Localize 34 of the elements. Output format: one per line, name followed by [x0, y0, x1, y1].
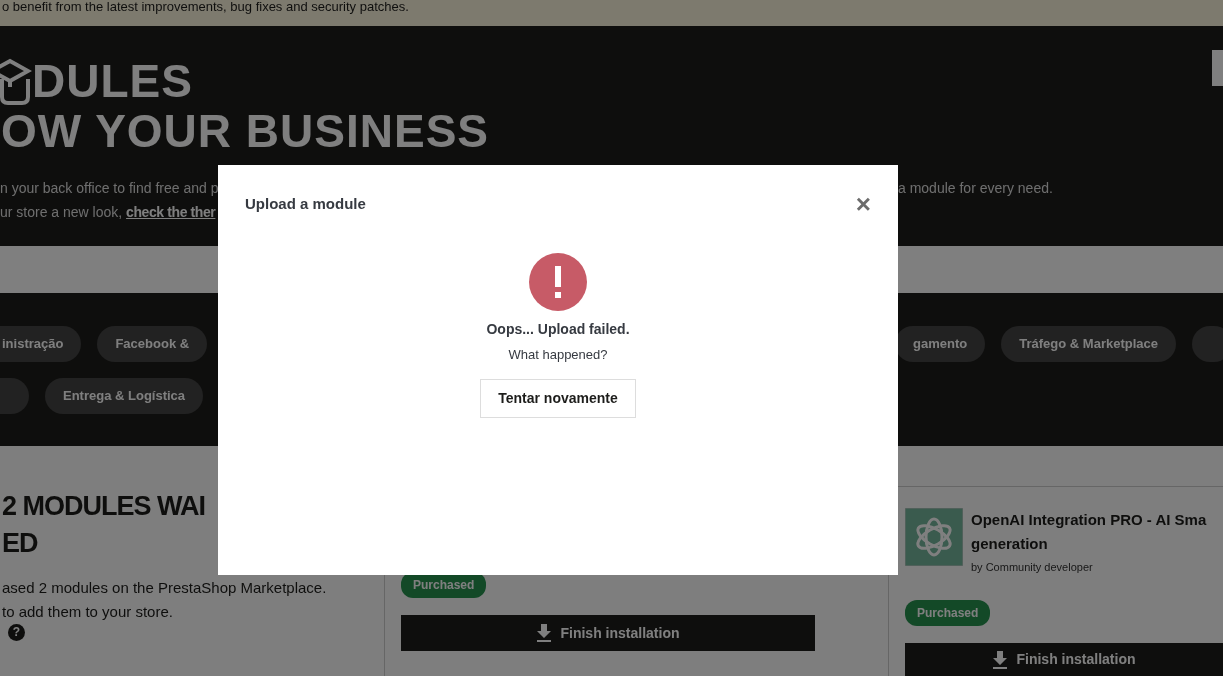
category-pill[interactable]: Entrega & Logística: [45, 378, 204, 414]
section-heading: 2 MODULES WAI: [2, 490, 206, 523]
help-icon[interactable]: ?: [8, 624, 25, 641]
module-title: generation: [971, 534, 1049, 554]
category-pill[interactable]: Tráfego & Marketplace: [1001, 326, 1176, 362]
hero-description: n your back office to find free and p: [0, 180, 219, 196]
hero-description: a module for every need.: [898, 179, 1053, 198]
modal-title: Upload a module: [245, 193, 366, 214]
category-pill[interactable]: Facebook &: [97, 326, 208, 362]
status-message: Oops... Upload failed.: [486, 320, 630, 339]
hero-title: DULES: [32, 56, 193, 106]
notice-text: o benefit from the latest improvements, bug fixes and security patches.: [2, 0, 409, 13]
category-pill[interactable]: gamento: [895, 326, 986, 362]
theme-link[interactable]: check the ther: [126, 204, 216, 220]
category-pill[interactable]: inistração: [0, 326, 82, 362]
download-icon: [536, 624, 553, 642]
module-author: by Community developer: [971, 560, 1094, 575]
close-button[interactable]: ×: [855, 191, 871, 217]
hero-description: ur store a new look, check the ther: [0, 204, 216, 220]
module-logo-icon: [905, 508, 963, 566]
finish-installation-button[interactable]: Finish installation: [401, 615, 815, 651]
section-heading: ED: [2, 527, 39, 560]
error-icon: [529, 253, 587, 311]
section-text: ased 2 modules on the PrestaShop Marketplace.: [2, 578, 328, 598]
section-text: to add them to your store.: [2, 602, 174, 622]
edge-button[interactable]: [1212, 50, 1223, 86]
box-icon: [0, 57, 32, 105]
module-title: OpenAI Integration PRO - AI Sma: [971, 510, 1207, 530]
retry-button[interactable]: Tentar novamente: [480, 378, 636, 418]
download-icon: [992, 650, 1009, 669]
status-badge: Purchased: [905, 600, 991, 626]
hero-title: OW YOUR BUSINESS: [1, 106, 489, 156]
status-detail: What happened?: [508, 346, 608, 364]
finish-installation-button[interactable]: Finish installation: [905, 643, 1223, 676]
